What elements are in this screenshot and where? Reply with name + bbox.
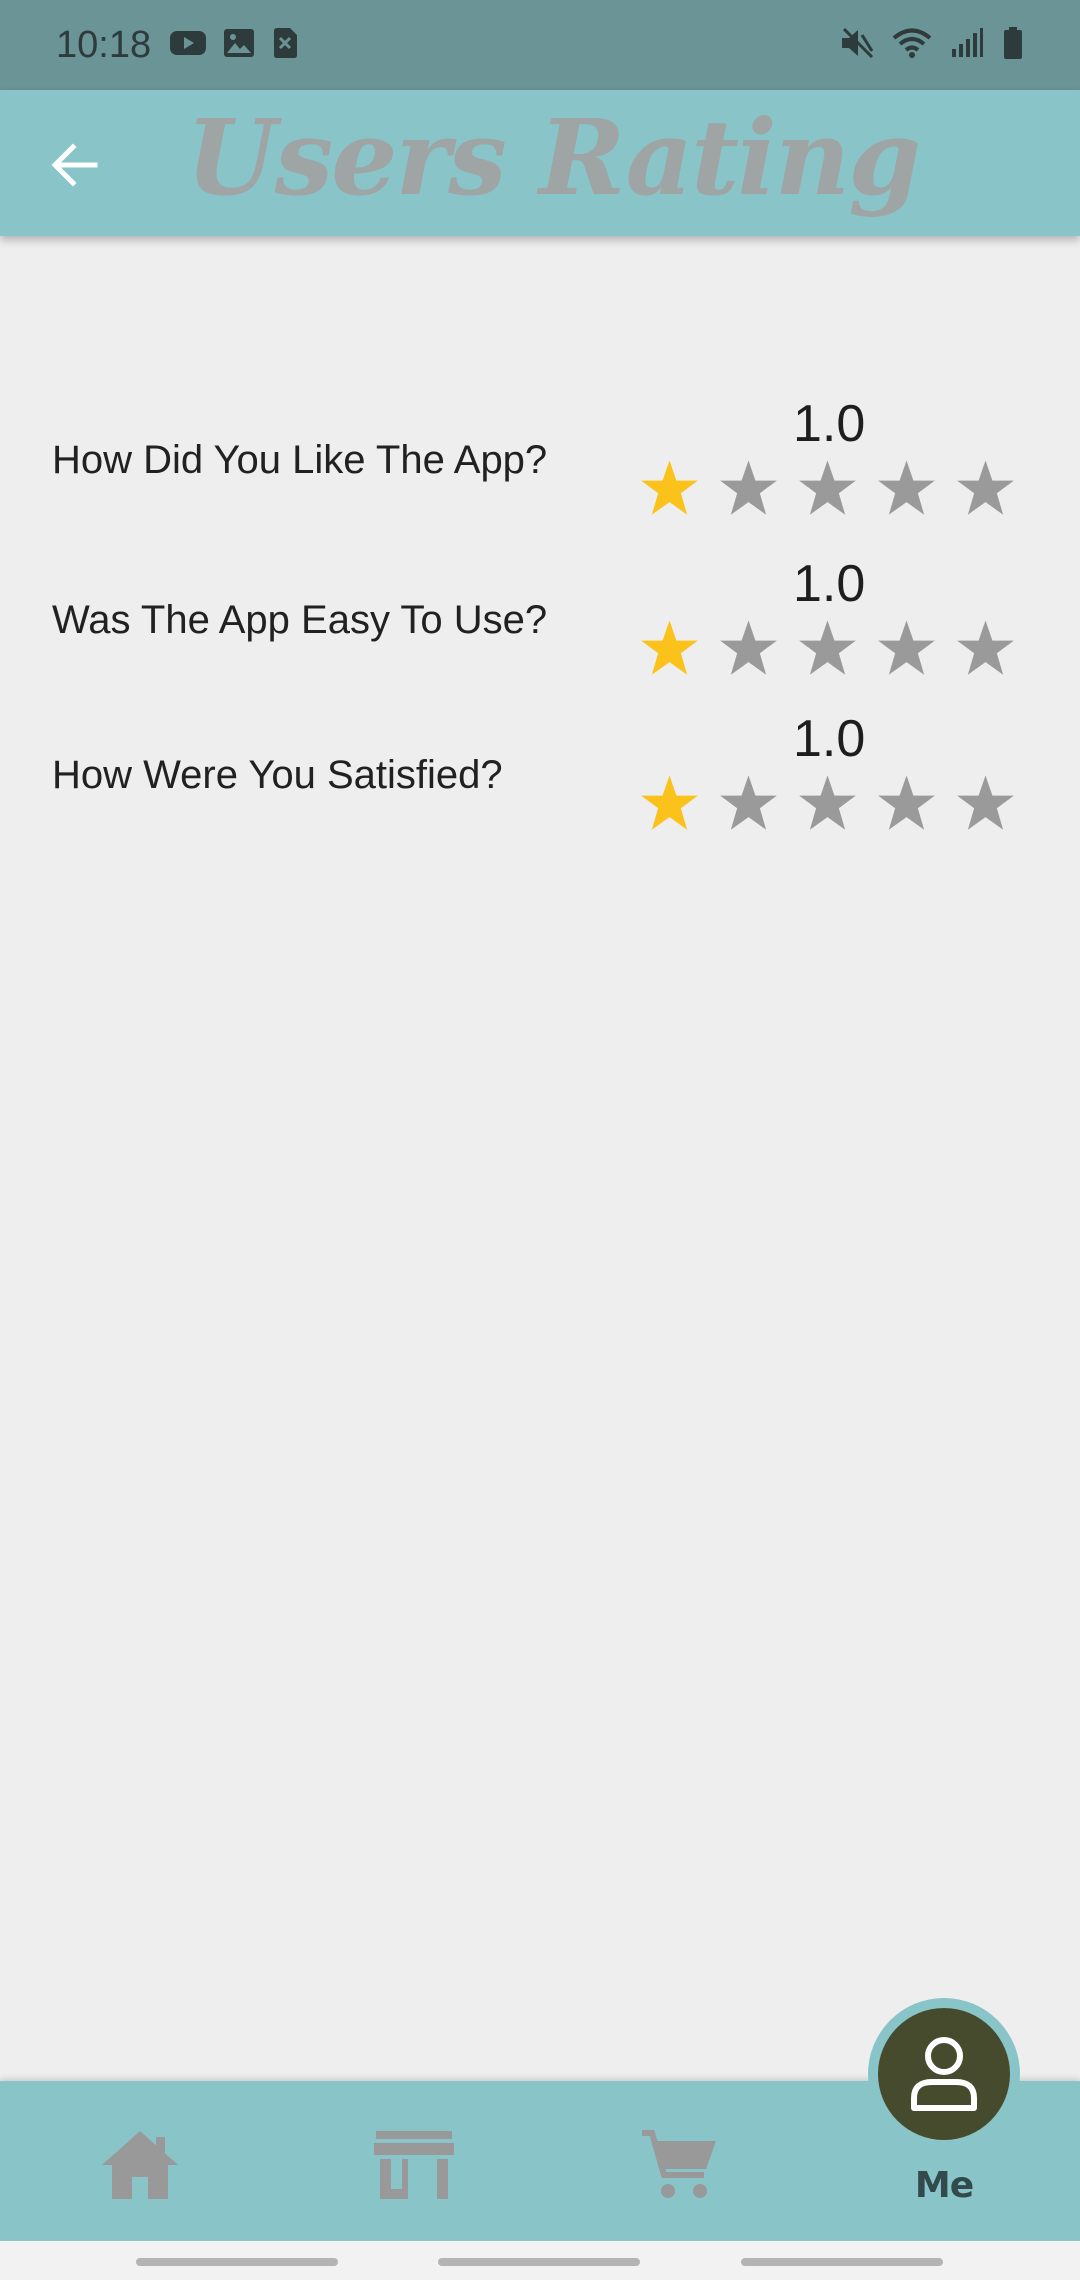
rating-question: How Were You Satisfied? — [52, 753, 503, 797]
sim-off-icon — [271, 27, 299, 63]
star-empty-icon[interactable] — [954, 773, 1017, 836]
gesture-pill[interactable] — [741, 2258, 943, 2266]
star-empty-icon[interactable] — [875, 458, 938, 521]
image-icon — [223, 28, 255, 62]
star-filled-icon[interactable] — [638, 458, 701, 521]
wifi-icon — [892, 27, 932, 63]
youtube-icon — [169, 29, 207, 61]
star-empty-icon[interactable] — [954, 618, 1017, 681]
me-button-circle — [878, 2008, 1010, 2140]
back-button[interactable] — [40, 130, 110, 200]
star-empty-icon[interactable] — [875, 773, 938, 836]
rating-question: How Did You Like The App? — [52, 438, 548, 482]
gesture-pill[interactable] — [438, 2258, 640, 2266]
star-rating[interactable] — [638, 773, 1017, 836]
gesture-pill[interactable] — [136, 2258, 338, 2266]
rating-row: How Were You Satisfied? 1.0 — [0, 699, 1080, 849]
star-rating[interactable] — [638, 618, 1017, 681]
star-empty-icon[interactable] — [796, 618, 859, 681]
star-empty-icon[interactable] — [796, 458, 859, 521]
page-title: Users Rating — [186, 96, 921, 219]
gesture-bar — [0, 2241, 1080, 2280]
store-icon — [374, 2131, 454, 2199]
nav-store-button[interactable] — [368, 2123, 460, 2207]
star-filled-icon[interactable] — [638, 618, 701, 681]
battery-icon — [1002, 26, 1024, 64]
status-right — [840, 26, 1024, 64]
star-empty-icon[interactable] — [717, 618, 780, 681]
rating-row: Was The App Easy To Use? 1.0 — [0, 544, 1080, 694]
me-button[interactable] — [868, 1998, 1020, 2150]
home-icon — [102, 2131, 178, 2199]
signal-icon — [950, 27, 984, 63]
arrow-left-icon — [51, 143, 98, 187]
mute-icon — [840, 27, 874, 63]
cart-icon — [642, 2130, 716, 2198]
rating-value: 1.0 — [793, 555, 866, 613]
star-rating[interactable] — [638, 458, 1017, 521]
status-left: 10:18 — [56, 24, 315, 67]
star-empty-icon[interactable] — [717, 773, 780, 836]
rating-value: 1.0 — [793, 395, 866, 453]
me-label: Me — [914, 2165, 974, 2206]
status-time: 10:18 — [56, 23, 152, 66]
rating-value: 1.0 — [793, 710, 866, 768]
app-bar: Users Rating — [0, 90, 1080, 236]
star-empty-icon[interactable] — [717, 458, 780, 521]
star-empty-icon[interactable] — [954, 458, 1017, 521]
star-filled-icon[interactable] — [638, 773, 701, 836]
star-empty-icon[interactable] — [796, 773, 859, 836]
nav-cart-button[interactable] — [636, 2123, 722, 2207]
rating-row: How Did You Like The App? 1.0 — [0, 384, 1080, 534]
status-bar: 10:18 — [0, 0, 1080, 90]
person-icon — [911, 2037, 977, 2111]
star-empty-icon[interactable] — [875, 618, 938, 681]
rating-question: Was The App Easy To Use? — [52, 598, 548, 642]
nav-home-button[interactable] — [92, 2125, 188, 2205]
